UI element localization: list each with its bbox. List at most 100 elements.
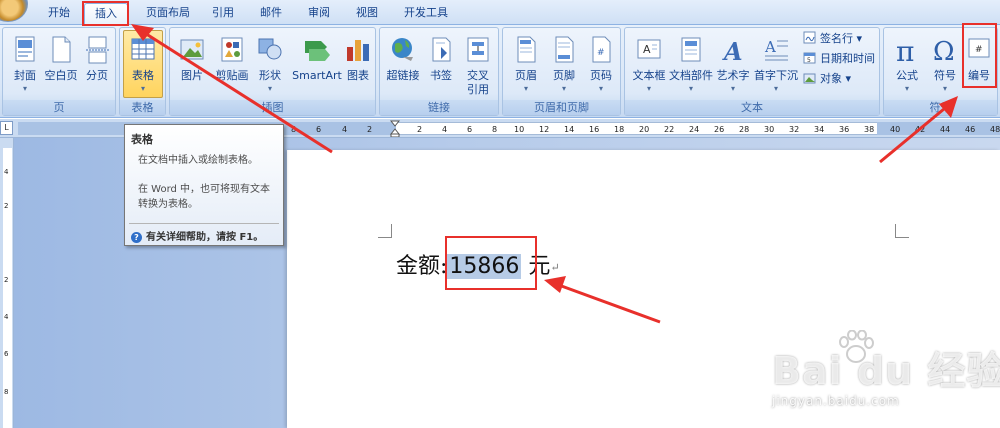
shapes-button[interactable]: 形状 ▾ (250, 31, 290, 99)
ruler-tick: 28 (739, 125, 750, 134)
tab-view[interactable]: 视图 (350, 5, 384, 25)
svg-text:5: 5 (807, 57, 811, 64)
picture-button[interactable]: 图片 (172, 31, 212, 99)
watermark: Bai du 经验 jingyan.baidu.com (762, 330, 1000, 426)
vertical-ruler-track (3, 148, 12, 428)
pi-icon: π (896, 35, 914, 65)
group-table-label: 表格 (120, 100, 165, 115)
watermark-url: jingyan.baidu.com (772, 394, 900, 408)
vertical-ruler[interactable]: 4 2 2 4 6 8 (0, 138, 14, 428)
quick-parts-button[interactable]: 文档部件 ▾ (669, 31, 713, 99)
group-text: A 文本框 ▾ 文档部件 ▾ A 艺术字 ▾ A 首字下沉 ▾ 签名行 ▾ 5 日… (624, 27, 880, 116)
tab-selector[interactable]: L (0, 121, 13, 135)
group-illustrations-label: 插图 (170, 100, 375, 115)
group-pages: 封面 ▾ 空白页 分页 页 (2, 27, 116, 116)
watermark-logo: Bai du 经验 (772, 349, 1000, 393)
chevron-down-icon: ▾ (646, 84, 651, 93)
cover-page-icon (15, 36, 35, 62)
margin-corner-mark (378, 224, 392, 238)
blank-page-icon (52, 36, 71, 63)
footer-button[interactable]: 页脚 ▾ (544, 31, 584, 99)
ruler-tick: 26 (714, 125, 725, 134)
svg-text:#: # (597, 48, 605, 58)
ruler-tick: 6 (467, 125, 473, 134)
ruler-tick: 36 (839, 125, 850, 134)
symbol-button[interactable]: Ω 符号 ▾ (925, 31, 965, 99)
cover-page-button[interactable]: 封面 ▾ (5, 31, 45, 99)
ruler-tick: 4 (342, 125, 348, 134)
omega-icon: Ω (933, 37, 955, 65)
tab-developer[interactable]: 开发工具 (398, 5, 454, 25)
hyperlink-button[interactable]: 超链接 (383, 31, 423, 99)
wordart-button[interactable]: A 艺术字 ▾ (713, 31, 753, 99)
ruler-tick: 6 (316, 125, 322, 134)
group-header-footer-label: 页眉和页脚 (503, 100, 620, 115)
tab-references[interactable]: 引用 (206, 5, 240, 25)
dropcap-icon: A (764, 38, 788, 61)
group-header-footer: 页眉 ▾ 页脚 ▾ # 页码 ▾ 页眉和页脚 (502, 27, 621, 116)
ruler-tick: 18 (614, 125, 625, 134)
cross-reference-icon (467, 37, 489, 62)
blank-page-button[interactable]: 空白页 (41, 31, 81, 99)
footer-icon (555, 36, 574, 63)
equation-button[interactable]: π 公式 ▾ (887, 31, 927, 99)
shapes-icon (258, 38, 282, 60)
ruler-tick: 30 (764, 125, 775, 134)
svg-text:A: A (643, 43, 651, 56)
chevron-down-icon: ▾ (845, 72, 852, 85)
office-button[interactable] (0, 0, 28, 22)
ruler-tick: 4 (4, 313, 9, 321)
header-button[interactable]: 页眉 ▾ (506, 31, 546, 99)
chevron-down-icon: ▾ (773, 84, 778, 93)
object-button[interactable]: 对象 ▾ (803, 70, 851, 87)
tab-mailings[interactable]: 邮件 (254, 5, 288, 25)
highlight-box-insert-tab (82, 1, 129, 26)
chevron-down-icon: ▾ (942, 84, 947, 93)
page-break-button[interactable]: 分页 (77, 31, 117, 99)
date-time-button[interactable]: 5 日期和时间 (803, 50, 875, 67)
dropcap-button[interactable]: A 首字下沉 ▾ (754, 31, 798, 99)
clipart-icon (221, 37, 243, 62)
tab-home[interactable]: 开始 (42, 5, 76, 25)
table-icon (131, 38, 155, 60)
clipart-button[interactable]: 剪贴画 (212, 31, 252, 99)
group-pages-label: 页 (3, 100, 115, 115)
chevron-down-icon: ▾ (904, 84, 909, 93)
table-button[interactable]: 表格 ▾ (123, 30, 163, 98)
page-number-button[interactable]: # 页码 ▾ (581, 31, 621, 99)
ruler-tick: 20 (639, 125, 650, 134)
ruler-tick: 42 (915, 125, 926, 134)
svg-text:A: A (764, 38, 776, 56)
chevron-down-icon: ▾ (688, 84, 693, 93)
tooltip-title: 表格 (131, 133, 153, 146)
ruler-tick: 44 (940, 125, 951, 134)
calendar-icon: 5 (803, 52, 816, 64)
picture-icon (180, 39, 204, 60)
group-symbols-label: 符号 (884, 100, 997, 115)
indent-marker[interactable] (390, 120, 400, 137)
ruler-tick: 10 (514, 125, 525, 134)
cross-reference-button[interactable]: 交叉 引用 (458, 31, 498, 99)
page-number-label: 页码 (590, 69, 612, 82)
tab-review[interactable]: 审阅 (302, 5, 336, 25)
chevron-down-icon: ▾ (598, 84, 603, 93)
textbox-icon: A (637, 39, 661, 59)
page-number-icon: # (592, 36, 611, 63)
chevron-down-icon: ▾ (140, 84, 145, 93)
smartart-button[interactable]: SmartArt (292, 31, 342, 99)
chart-button[interactable]: 图表 (338, 31, 378, 99)
bookmark-icon (432, 37, 451, 62)
group-links: 超链接 书签 交叉 引用 链接 (379, 27, 499, 116)
ruler-tick: 46 (965, 125, 976, 134)
paragraph-mark-icon: ↵ (550, 261, 560, 274)
ruler-tick: 8 (4, 388, 9, 396)
textbox-button[interactable]: A 文本框 ▾ (629, 31, 669, 99)
signature-line-label: 签名行 (820, 32, 853, 45)
signature-line-button[interactable]: 签名行 ▾ (803, 30, 862, 47)
ruler-tick: 32 (789, 125, 800, 134)
amount-label: 金额: (396, 254, 448, 279)
highlight-box-numbering (962, 23, 997, 88)
page-break-icon (86, 36, 109, 64)
chart-icon (347, 40, 369, 61)
tab-page-layout[interactable]: 页面布局 (140, 5, 196, 25)
